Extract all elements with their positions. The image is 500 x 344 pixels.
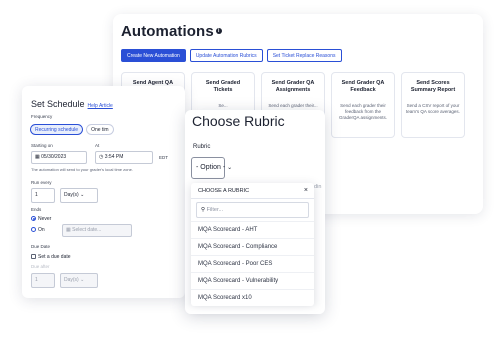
card-title: Send Graded Tickets [205, 80, 241, 93]
clock-icon: ◷ [99, 154, 104, 160]
rubric-title: Choose Rubric [192, 113, 285, 129]
automations-title-text: Automations [121, 23, 214, 40]
automations-title: Automations i [121, 23, 222, 40]
run-every-label: Run every [31, 180, 52, 185]
end-date-placeholder: Select date... [72, 227, 102, 233]
timezone-label: EDT [159, 155, 168, 160]
time-field[interactable]: ◷ 3:54 PM [95, 151, 153, 164]
choose-rubric-modal: Choose Rubric Rubric - Option - ⌄ adin C… [185, 110, 325, 314]
card-desc: Send each grader their feedback from the… [338, 103, 388, 120]
set-due-date-label: Set a due date [38, 254, 71, 260]
ends-never-radio[interactable]: Never [31, 216, 51, 222]
card-desc: Send a CSV report of your team's QA scor… [406, 103, 460, 114]
time-value: 3:54 PM [104, 154, 124, 160]
composite-screenshot: Automations i Create New Automation Updat… [0, 0, 500, 344]
card-grader-qa-feedback[interactable]: Send Grader QA Feedback Send each grader… [331, 72, 395, 138]
checkbox-icon [31, 254, 36, 259]
search-icon: ⚲ [201, 207, 206, 213]
starting-on-label: Starting on [31, 143, 53, 148]
rubric-option[interactable]: MQA Scorecard - Poor CES [191, 255, 314, 272]
replace-reasons-button[interactable]: Set Ticket Replace Reasons [266, 49, 342, 62]
card-scores-summary[interactable]: Send Scores Summary Report Send a CSV re… [401, 72, 465, 138]
due-date-label: Due Date [31, 244, 51, 249]
rubric-select-value: - Option - [196, 164, 226, 171]
rubric-label: Rubric [193, 144, 211, 150]
rubric-option[interactable]: MQA Scorecard - Vulnerability [191, 272, 314, 289]
schedule-panel: Set Schedule Help Article Frequency Recur… [22, 86, 185, 298]
set-due-date-checkbox[interactable]: Set a due date [31, 254, 71, 260]
card-desc: Se... [218, 103, 228, 108]
run-every-unit: Day(s) [64, 192, 79, 198]
card-title: Send Scores Summary Report [410, 80, 456, 93]
due-after-label: Due after [31, 264, 50, 269]
rubric-filter-input[interactable]: ⚲ Filter... [196, 202, 309, 218]
chevron-down-icon: ⌄ [80, 277, 85, 283]
start-date-field[interactable]: ▦ 05/30/2023 [31, 151, 87, 164]
due-unit: Day(s) [64, 277, 79, 283]
calendar-icon: ▦ [66, 227, 71, 233]
ends-on-label: On [38, 227, 45, 233]
schedule-title: Set Schedule [31, 99, 85, 109]
run-every-unit-select[interactable]: Day(s) ⌄ [60, 188, 98, 203]
automation-actions: Create New Automation Update Automation … [121, 49, 342, 62]
due-unit-select[interactable]: Day(s) ⌄ [60, 273, 98, 288]
timezone-note: The automation will send to your grader'… [31, 167, 133, 172]
rubric-option[interactable]: MQA Scorecard - AHT [191, 221, 314, 238]
chevron-down-icon: ⌄ [227, 165, 233, 171]
recurring-option[interactable]: Recurring schedule [30, 124, 84, 135]
rubric-dropdown: CHOOSE A RUBRIC × ⚲ Filter... MQA Scorec… [191, 183, 314, 306]
frequency-label: Frequency [31, 114, 53, 119]
filter-placeholder: Filter... [206, 207, 224, 213]
fade-overlay [185, 304, 325, 314]
update-rubrics-button[interactable]: Update Automation Rubrics [189, 49, 263, 62]
run-every-input[interactable]: 1 [31, 188, 55, 203]
ends-label: Ends [31, 207, 42, 212]
rubric-select[interactable]: - Option - ⌄ [191, 157, 232, 179]
start-date-value: 05/30/2023 [41, 154, 67, 160]
ends-on-radio[interactable]: On [31, 227, 45, 233]
end-date-field[interactable]: ▦ Select date... [62, 224, 132, 237]
schedule-header: Set Schedule Help Article [31, 94, 113, 112]
info-icon[interactable]: i [215, 28, 222, 34]
rubric-option[interactable]: MQA Scorecard - Compliance [191, 238, 314, 255]
dropdown-header: CHOOSE A RUBRIC × [191, 183, 314, 199]
chevron-down-icon: ⌄ [80, 192, 85, 198]
radio-selected-icon [31, 216, 36, 221]
due-value-input[interactable]: 1 [31, 273, 55, 288]
at-label: At [95, 143, 100, 148]
radio-empty-icon [31, 227, 36, 232]
frequency-toggle: Recurring schedule One tim [30, 124, 114, 135]
card-title: Send Grader QA Assignments [271, 80, 315, 93]
dropdown-header-text: CHOOSE A RUBRIC [198, 188, 250, 194]
card-title: Send Grader QA Feedback [341, 80, 385, 93]
create-automation-button[interactable]: Create New Automation [121, 49, 186, 62]
calendar-icon: ▦ [35, 154, 40, 160]
card-desc: Send each grader their... [268, 103, 318, 108]
close-icon[interactable]: × [304, 183, 308, 199]
one-time-option[interactable]: One tim [86, 124, 114, 135]
ends-never-label: Never [38, 216, 52, 222]
help-article-link[interactable]: Help Article [88, 103, 113, 109]
